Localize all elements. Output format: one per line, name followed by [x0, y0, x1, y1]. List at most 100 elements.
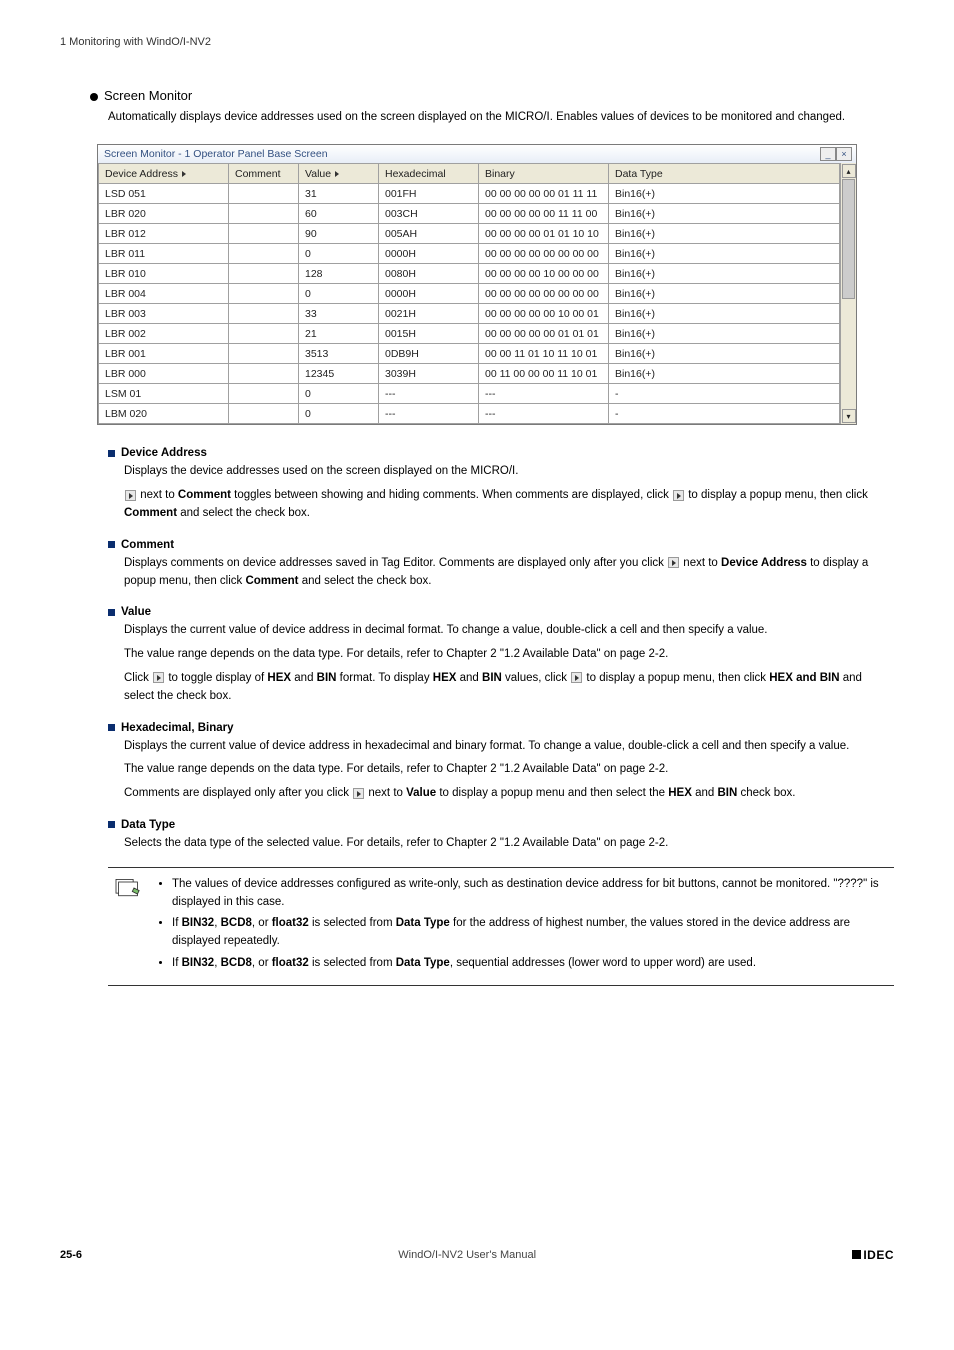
cell-comment[interactable]	[229, 244, 299, 264]
cell-comment[interactable]	[229, 224, 299, 244]
table-row[interactable]: LBR 004 00000H00 00 00 00 00 00 00 00Bin1…	[99, 284, 840, 304]
cell-value[interactable]: 12345	[299, 364, 379, 384]
cell-hex[interactable]: 0080H	[379, 264, 479, 284]
cell-comment[interactable]	[229, 304, 299, 324]
cell-bin[interactable]: 00 00 00 00 10 00 00 00	[479, 264, 609, 284]
manual-title: WindO/I-NV2 User's Manual	[398, 1249, 536, 1261]
cell-comment[interactable]	[229, 184, 299, 204]
cell-dtype[interactable]: Bin16(+)	[609, 324, 840, 344]
dropdown-icon[interactable]	[182, 171, 186, 177]
cell-addr[interactable]: LBR 002	[99, 324, 229, 344]
cell-hex[interactable]: 0015H	[379, 324, 479, 344]
cell-dtype[interactable]: -	[609, 404, 840, 424]
cell-addr[interactable]: LBR 001	[99, 344, 229, 364]
cell-addr[interactable]: LBM 020	[99, 404, 229, 424]
table-row[interactable]: LBR 011 00000H00 00 00 00 00 00 00 00Bin1…	[99, 244, 840, 264]
cell-value[interactable]: 33	[299, 304, 379, 324]
close-button[interactable]: ×	[836, 147, 852, 161]
cell-bin[interactable]: 00 00 00 00 01 01 10 10	[479, 224, 609, 244]
cell-addr[interactable]: LSM 01	[99, 384, 229, 404]
cell-dtype[interactable]: Bin16(+)	[609, 304, 840, 324]
table-row[interactable]: LBR 001 35130DB9H00 00 11 01 10 11 10 01B…	[99, 344, 840, 364]
cell-hex[interactable]: 001FH	[379, 184, 479, 204]
cell-value[interactable]: 128	[299, 264, 379, 284]
defhead-comment: Comment	[108, 539, 894, 551]
cell-value[interactable]: 60	[299, 204, 379, 224]
cell-bin[interactable]: 00 00 00 00 00 00 00 00	[479, 244, 609, 264]
cell-dtype[interactable]: Bin16(+)	[609, 344, 840, 364]
cell-hex[interactable]: 003CH	[379, 204, 479, 224]
table-row[interactable]: LBR 010 1280080H00 00 00 00 10 00 00 00Bi…	[99, 264, 840, 284]
cell-dtype[interactable]: Bin16(+)	[609, 364, 840, 384]
cell-dtype[interactable]: Bin16(+)	[609, 184, 840, 204]
scroll-up-icon[interactable]: ▴	[842, 164, 856, 178]
cell-addr[interactable]: LSD 051	[99, 184, 229, 204]
table-row[interactable]: LBR 002 210015H00 00 00 00 00 01 01 01Bin…	[99, 324, 840, 344]
cell-addr[interactable]: LBR 020	[99, 204, 229, 224]
scroll-down-icon[interactable]: ▾	[842, 409, 856, 423]
cell-bin[interactable]: 00 00 00 00 00 11 11 00	[479, 204, 609, 224]
cell-bin[interactable]: 00 00 00 00 00 10 00 01	[479, 304, 609, 324]
cell-hex[interactable]: 0000H	[379, 244, 479, 264]
table-row[interactable]: LBR 000 123453039H00 11 00 00 00 11 10 01…	[99, 364, 840, 384]
cell-value[interactable]: 0	[299, 404, 379, 424]
cell-comment[interactable]	[229, 284, 299, 304]
col-binary[interactable]: Binary	[479, 164, 609, 184]
table-row[interactable]: LBR 020 60003CH00 00 00 00 00 11 11 00Bin…	[99, 204, 840, 224]
col-device-address[interactable]: Device Address	[99, 164, 229, 184]
cell-comment[interactable]	[229, 344, 299, 364]
cell-value[interactable]: 3513	[299, 344, 379, 364]
cell-comment[interactable]	[229, 364, 299, 384]
table-row[interactable]: LBM 0200-------	[99, 404, 840, 424]
cell-value[interactable]: 0	[299, 384, 379, 404]
cell-addr[interactable]: LBR 011	[99, 244, 229, 264]
table-row[interactable]: LBR 012 90005AH00 00 00 00 01 01 10 10Bin…	[99, 224, 840, 244]
col-hex[interactable]: Hexadecimal	[379, 164, 479, 184]
cell-addr[interactable]: LBR 012	[99, 224, 229, 244]
cell-value[interactable]: 21	[299, 324, 379, 344]
cell-hex[interactable]: ---	[379, 404, 479, 424]
cell-addr[interactable]: LBR 010	[99, 264, 229, 284]
cell-bin[interactable]: 00 11 00 00 00 11 10 01	[479, 364, 609, 384]
cell-dtype[interactable]: Bin16(+)	[609, 204, 840, 224]
col-datatype[interactable]: Data Type	[609, 164, 840, 184]
minimize-button[interactable]: _	[820, 147, 836, 161]
cell-addr[interactable]: LBR 004	[99, 284, 229, 304]
cell-hex[interactable]: 0DB9H	[379, 344, 479, 364]
table-row[interactable]: LSM 010-------	[99, 384, 840, 404]
cell-comment[interactable]	[229, 264, 299, 284]
cell-bin[interactable]: ---	[479, 384, 609, 404]
cell-dtype[interactable]: Bin16(+)	[609, 264, 840, 284]
cell-addr[interactable]: LBR 000	[99, 364, 229, 384]
cell-bin[interactable]: 00 00 00 00 00 00 00 00	[479, 284, 609, 304]
cell-bin[interactable]: 00 00 00 00 00 01 01 01	[479, 324, 609, 344]
table-row[interactable]: LSD 051 31001FH00 00 00 00 00 01 11 11Bin…	[99, 184, 840, 204]
cell-comment[interactable]	[229, 324, 299, 344]
cell-dtype[interactable]: -	[609, 384, 840, 404]
cell-hex[interactable]: 0021H	[379, 304, 479, 324]
table-row[interactable]: LBR 003 330021H00 00 00 00 00 10 00 01Bin…	[99, 304, 840, 324]
cell-dtype[interactable]: Bin16(+)	[609, 224, 840, 244]
col-value[interactable]: Value	[299, 164, 379, 184]
cell-comment[interactable]	[229, 384, 299, 404]
dropdown-icon[interactable]	[335, 171, 339, 177]
scrollbar[interactable]: ▴ ▾	[840, 163, 856, 424]
cell-bin[interactable]: 00 00 11 01 10 11 10 01	[479, 344, 609, 364]
cell-dtype[interactable]: Bin16(+)	[609, 284, 840, 304]
cell-bin[interactable]: 00 00 00 00 00 01 11 11	[479, 184, 609, 204]
cell-bin[interactable]: ---	[479, 404, 609, 424]
cell-hex[interactable]: 3039H	[379, 364, 479, 384]
cell-hex[interactable]: 005AH	[379, 224, 479, 244]
cell-value[interactable]: 90	[299, 224, 379, 244]
cell-comment[interactable]	[229, 404, 299, 424]
cell-value[interactable]: 0	[299, 244, 379, 264]
cell-hex[interactable]: 0000H	[379, 284, 479, 304]
cell-addr[interactable]: LBR 003	[99, 304, 229, 324]
cell-dtype[interactable]: Bin16(+)	[609, 244, 840, 264]
scroll-thumb[interactable]	[842, 179, 855, 299]
cell-hex[interactable]: ---	[379, 384, 479, 404]
col-comment[interactable]: Comment	[229, 164, 299, 184]
cell-value[interactable]: 0	[299, 284, 379, 304]
cell-comment[interactable]	[229, 204, 299, 224]
cell-value[interactable]: 31	[299, 184, 379, 204]
